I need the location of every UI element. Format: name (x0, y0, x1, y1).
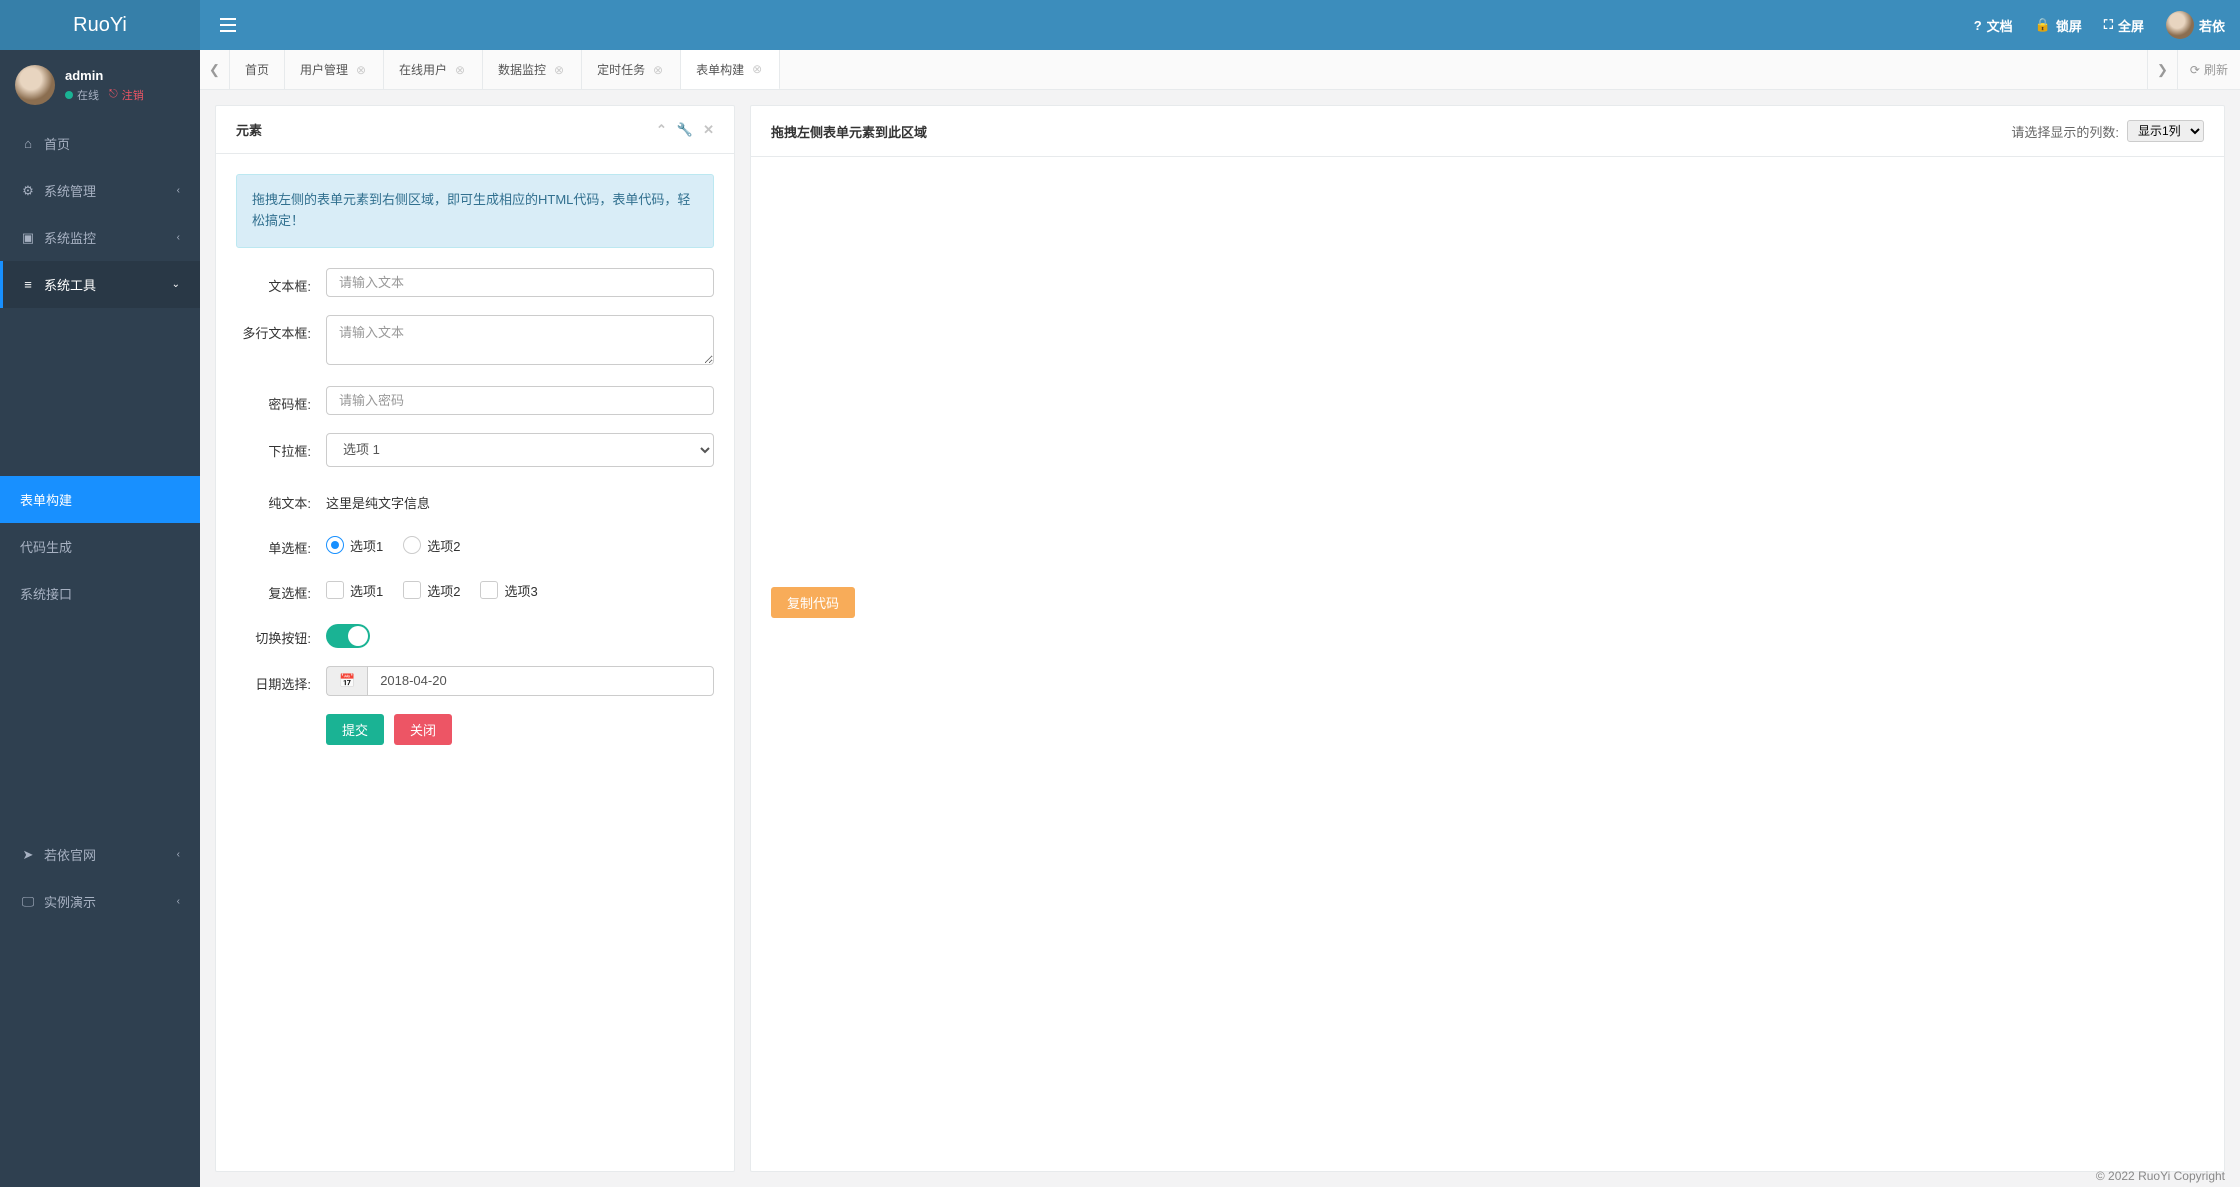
chevron-left-icon: ‹ (177, 849, 180, 860)
static-text: 这里是纯文字信息 (326, 485, 714, 512)
nav-code-gen[interactable]: 代码生成 (0, 523, 200, 570)
top-user[interactable]: 若依 (2166, 11, 2225, 39)
copy-code-button[interactable]: 复制代码 (771, 587, 855, 618)
footer-copyright: © 2022 RuoYi Copyright (2096, 1169, 2225, 1183)
checkbox-label: 复选框: (236, 575, 326, 602)
topbar: ?文档 🔒锁屏 ⛶全屏 若依 (200, 0, 2240, 50)
send-icon: ➤ (20, 847, 36, 863)
switch-label: 切换按钮: (236, 620, 326, 647)
close-icon[interactable]: ⊗ (750, 62, 764, 76)
textarea-label: 多行文本框: (236, 315, 326, 342)
avatar[interactable] (15, 65, 55, 105)
desktop-icon: 🖵 (20, 894, 36, 910)
static-label: 纯文本: (236, 485, 326, 512)
radio-icon (326, 536, 344, 554)
nav-form-build[interactable]: 表单构建 (0, 476, 200, 523)
elements-panel: 元素 ⌃ 🔧 ✕ 拖拽左侧的表单元素到右侧区域，即可生成相应的HTML代码，表单… (215, 105, 735, 1172)
checkbox-icon (480, 581, 498, 599)
tabs-scroll-left[interactable]: ❮ (200, 50, 230, 89)
text-label: 文本框: (236, 268, 326, 295)
sidebar: RuoYi admin 在线 ⎋ 注销 ⌂首页 ⚙系统管理‹ ▣系统监控‹ ≡系… (0, 0, 200, 1187)
camera-icon: ▣ (20, 230, 36, 246)
close-icon[interactable]: ⊗ (651, 63, 665, 77)
checkbox-icon (326, 581, 344, 599)
chevron-down-icon: ⌄ (172, 279, 180, 290)
switch-toggle[interactable] (326, 624, 370, 648)
top-fullscreen[interactable]: ⛶全屏 (2104, 16, 2144, 35)
avatar (2166, 11, 2194, 39)
tab-online[interactable]: 在线用户⊗ (384, 50, 483, 89)
home-icon: ⌂ (20, 136, 36, 151)
tab-home[interactable]: 首页 (230, 50, 285, 89)
nav-home[interactable]: ⌂首页 (0, 120, 200, 167)
checkbox-icon (403, 581, 421, 599)
tabs-bar: ❮ 首页 用户管理⊗ 在线用户⊗ 数据监控⊗ 定时任务⊗ 表单构建⊗ ❯ ⟳刷新 (200, 50, 2240, 90)
tab-user-mgmt[interactable]: 用户管理⊗ (285, 50, 384, 89)
close-button[interactable]: 关闭 (394, 714, 452, 745)
select-label: 下拉框: (236, 433, 326, 460)
top-doc[interactable]: ?文档 (1974, 16, 2013, 35)
close-icon[interactable]: ✕ (703, 122, 714, 138)
password-input[interactable] (326, 386, 714, 415)
date-label: 日期选择: (236, 666, 326, 693)
drop-zone[interactable] (751, 157, 2224, 587)
user-panel: admin 在线 ⎋ 注销 (0, 50, 200, 120)
online-status: 在线 (77, 87, 99, 103)
sidebar-toggle[interactable] (215, 13, 241, 37)
online-dot-icon (65, 91, 73, 99)
chevron-left-icon: ‹ (177, 896, 180, 907)
tab-form-build[interactable]: 表单构建⊗ (681, 50, 780, 89)
chevron-left-icon: ‹ (177, 185, 180, 196)
tabs-scroll-right[interactable]: ❯ (2147, 50, 2177, 89)
radio-option-1[interactable]: 选项1 (326, 536, 383, 555)
text-input[interactable] (326, 268, 714, 297)
chevron-left-icon: ‹ (177, 232, 180, 243)
tab-data-mon[interactable]: 数据监控⊗ (483, 50, 582, 89)
nav-sys-tools[interactable]: ≡系统工具⌄ (0, 261, 200, 308)
textarea-input[interactable] (326, 315, 714, 365)
logout-icon[interactable]: ⎋ (109, 88, 118, 101)
close-icon[interactable]: ⊗ (552, 63, 566, 77)
nav-sys-mgmt[interactable]: ⚙系统管理‹ (0, 167, 200, 214)
check-option-1[interactable]: 选项1 (326, 581, 383, 600)
nav-api[interactable]: 系统接口 (0, 570, 200, 617)
close-icon[interactable]: ⊗ (453, 63, 467, 77)
check-option-2[interactable]: 选项2 (403, 581, 460, 600)
drop-title: 拖拽左侧表单元素到此区域 (771, 122, 927, 141)
question-icon: ? (1974, 18, 1982, 33)
column-select[interactable]: 显示1列 (2127, 120, 2204, 142)
wrench-icon[interactable]: 🔧 (677, 122, 693, 138)
drop-panel: 拖拽左侧表单元素到此区域 请选择显示的列数: 显示1列 复制代码 (750, 105, 2225, 1172)
logout-link[interactable]: 注销 (122, 87, 144, 103)
close-icon[interactable]: ⊗ (354, 63, 368, 77)
top-lock[interactable]: 🔒锁屏 (2035, 16, 2082, 35)
select-input[interactable]: 选项 1 (326, 433, 714, 467)
tab-timed[interactable]: 定时任务⊗ (582, 50, 681, 89)
expand-icon: ⛶ (2104, 17, 2113, 33)
lock-icon: 🔒 (2035, 17, 2051, 33)
nav-demo[interactable]: 🖵实例演示‹ (0, 878, 200, 925)
nav-official[interactable]: ➤若依官网‹ (0, 831, 200, 878)
radio-label: 单选框: (236, 530, 326, 557)
check-option-3[interactable]: 选项3 (480, 581, 537, 600)
list-icon: ≡ (20, 277, 36, 292)
gear-icon: ⚙ (20, 183, 36, 199)
password-label: 密码框: (236, 386, 326, 413)
panel-title: 元素 (236, 120, 262, 139)
column-select-label: 请选择显示的列数: (2011, 122, 2119, 141)
radio-option-2[interactable]: 选项2 (403, 536, 460, 555)
radio-icon (403, 536, 421, 554)
info-alert: 拖拽左侧的表单元素到右侧区域，即可生成相应的HTML代码，表单代码，轻松搞定！ (236, 174, 714, 248)
calendar-icon[interactable]: 📅 (326, 666, 367, 696)
collapse-icon[interactable]: ⌃ (656, 122, 667, 138)
submit-button[interactable]: 提交 (326, 714, 384, 745)
user-name: admin (65, 68, 144, 83)
nav-sys-mon[interactable]: ▣系统监控‹ (0, 214, 200, 261)
refresh-button[interactable]: ⟳刷新 (2177, 50, 2240, 89)
date-input[interactable] (367, 666, 714, 696)
brand-logo[interactable]: RuoYi (0, 0, 200, 50)
refresh-icon: ⟳ (2190, 63, 2200, 77)
